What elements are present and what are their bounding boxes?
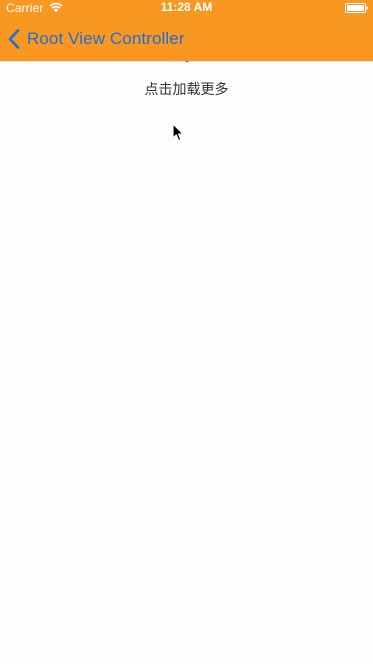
back-button-label: Root View Controller <box>27 29 185 48</box>
navigation-bar: Root View Controller <box>0 16 373 61</box>
status-bar: Carrier 11:28 AM <box>0 0 373 16</box>
mouse-cursor-icon <box>172 123 184 142</box>
battery-icon <box>345 3 368 13</box>
chevron-left-icon <box>8 29 20 49</box>
status-time: 11:28 AM <box>160 0 213 14</box>
back-button[interactable]: Root View Controller <box>8 26 185 52</box>
top-bar: Carrier 11:28 AM Root View Controller <box>0 0 373 61</box>
content-area[interactable]: 点击加载更多 <box>0 62 373 664</box>
load-more-button[interactable]: 点击加载更多 <box>0 79 373 99</box>
screen: Carrier 11:28 AM Root View Controller 点击… <box>0 0 373 664</box>
